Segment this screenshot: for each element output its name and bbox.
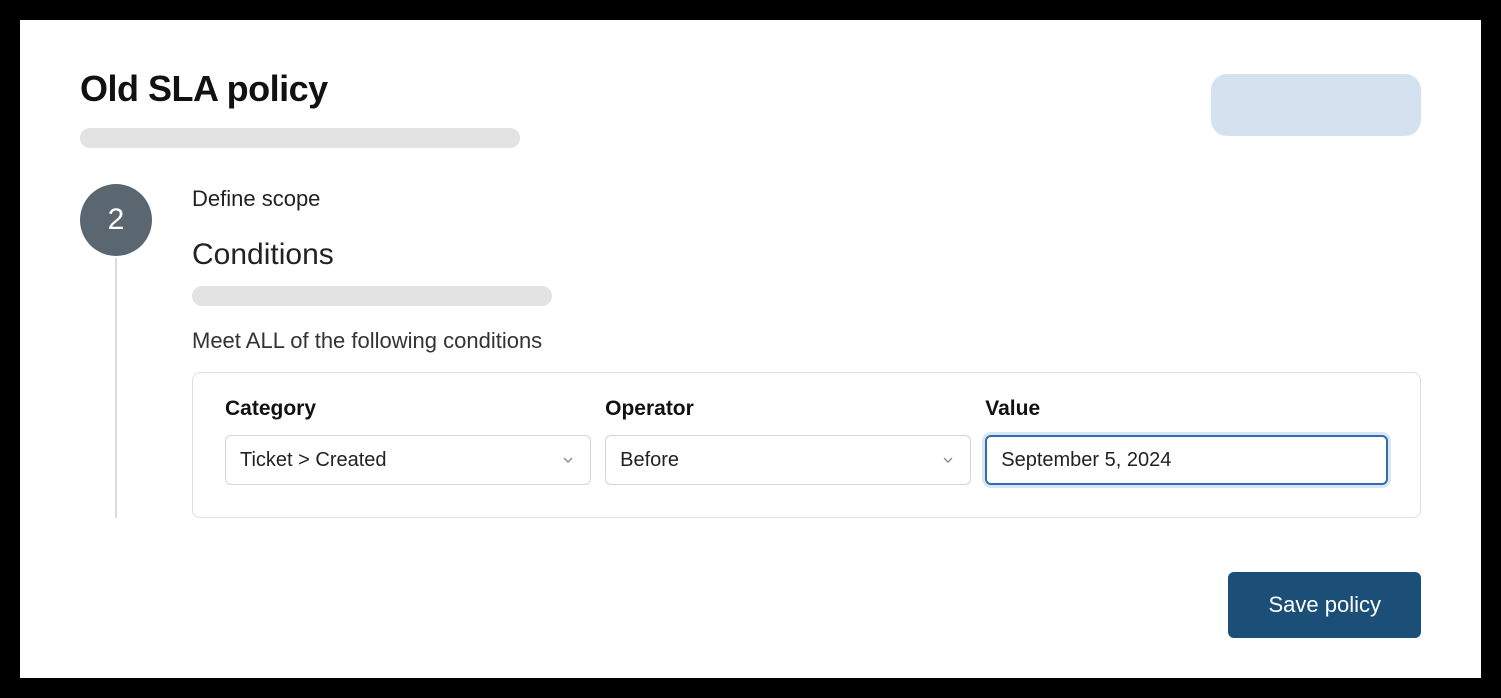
step-body: Define scope Conditions Meet ALL of the … (192, 184, 1421, 518)
condition-row: Category Ticket > Created Operator Befor… (225, 397, 1388, 485)
conditions-meet-label: Meet ALL of the following conditions (192, 328, 1421, 354)
page-title: Old SLA policy (80, 68, 1211, 110)
page-header: Old SLA policy (80, 68, 1421, 148)
conditions-card: Category Ticket > Created Operator Befor… (192, 372, 1421, 518)
value-date-input[interactable] (985, 435, 1388, 485)
category-header: Category (225, 397, 591, 421)
page-frame: Old SLA policy 2 Define scope Conditions… (14, 14, 1487, 684)
step-label: Define scope (192, 186, 1421, 212)
category-value: Ticket > Created (240, 449, 387, 472)
step-indicator-column: 2 (80, 184, 152, 518)
header-action-placeholder[interactable] (1211, 74, 1421, 136)
step-section: 2 Define scope Conditions Meet ALL of th… (80, 184, 1421, 552)
footer-actions: Save policy (80, 572, 1421, 638)
value-header: Value (985, 397, 1388, 421)
value-column: Value (985, 397, 1388, 485)
operator-header: Operator (605, 397, 971, 421)
operator-select[interactable]: Before (605, 435, 971, 485)
save-policy-button[interactable]: Save policy (1228, 572, 1421, 638)
operator-column: Operator Before (605, 397, 971, 485)
conditions-heading: Conditions (192, 238, 1421, 272)
conditions-subtitle-placeholder (192, 286, 552, 306)
operator-value: Before (620, 449, 679, 472)
step-number-badge: 2 (80, 184, 152, 256)
step-connector-line (115, 258, 117, 518)
chevron-down-icon (940, 452, 956, 468)
chevron-down-icon (560, 452, 576, 468)
category-select[interactable]: Ticket > Created (225, 435, 591, 485)
category-column: Category Ticket > Created (225, 397, 591, 485)
subtitle-placeholder (80, 128, 520, 148)
title-block: Old SLA policy (80, 68, 1211, 148)
